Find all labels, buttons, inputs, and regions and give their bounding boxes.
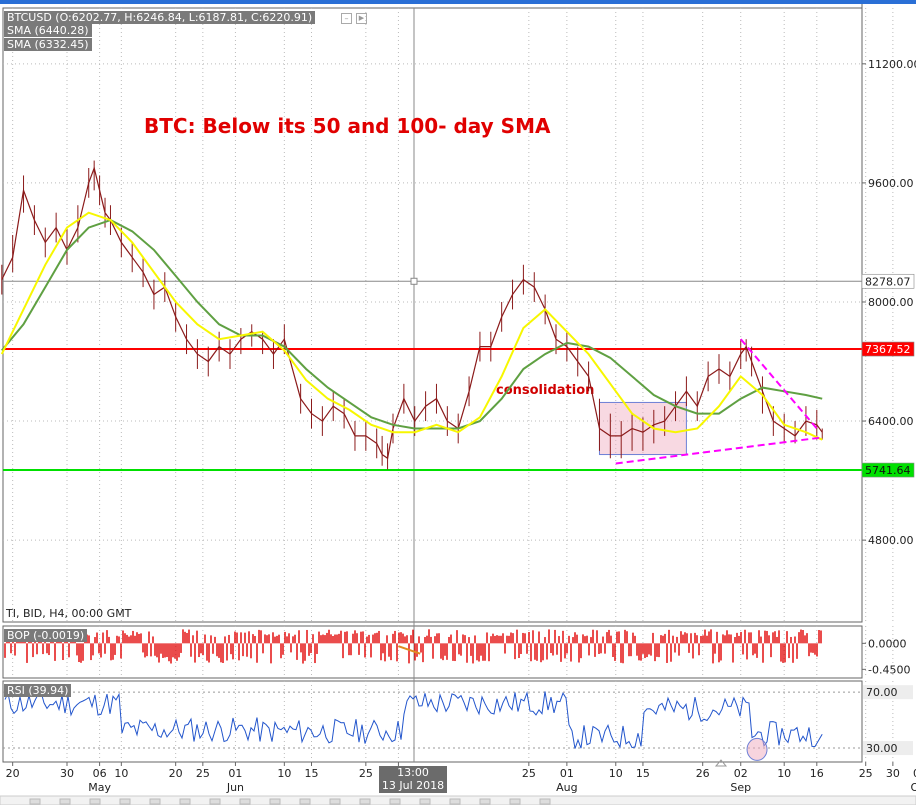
x-tick-label: 25 <box>522 767 536 780</box>
rsi-label: RSI (39.94) <box>4 684 72 697</box>
rsi-highlight-circle <box>746 737 768 761</box>
y-tick-label: 9600.00 <box>868 177 914 190</box>
toolbar-tab-icon <box>299 798 311 805</box>
price-tag-label: 8278.07 <box>865 275 911 288</box>
rsi-tick-label: 30.00 <box>866 742 898 755</box>
toolbar-tab-icon <box>359 798 371 805</box>
toolbar-tab-icon <box>179 798 191 805</box>
bop-label: BOP (-0.0019) <box>4 629 88 642</box>
month-label: Sep <box>730 781 751 794</box>
month-label: May <box>88 781 111 794</box>
toolbar-tab-icon <box>509 798 521 805</box>
x-tick-label: 26 <box>696 767 710 780</box>
toolbar-tab-icon <box>389 798 401 805</box>
toolbar-tab-icon <box>239 798 251 805</box>
x-tick-label: 01 <box>560 767 574 780</box>
month-label: Oct <box>911 781 916 794</box>
toolbar-tab-icon <box>119 798 131 805</box>
x-tick-label: 02 <box>734 767 748 780</box>
x-tick-label: 06 <box>93 767 107 780</box>
y-tick-label: 11200.00 <box>868 58 916 71</box>
toolbar-tab-icon <box>419 798 431 805</box>
price-tag-label: 5741.64 <box>865 464 911 477</box>
toolbar-tab-icon <box>539 798 551 805</box>
crosshair-time: 13:00 <box>397 766 429 779</box>
toolbar-tab-icon <box>29 798 41 805</box>
y-tick-label: 4800.00 <box>868 534 914 547</box>
x-tick-label: 20 <box>6 767 20 780</box>
x-tick-label: 25 <box>859 767 873 780</box>
toolbar-tab-icon <box>269 798 281 805</box>
x-tick-label: 01 <box>228 767 242 780</box>
month-label: Aug <box>556 781 577 794</box>
chart-window: 11200.00 9600.00 8000.00 6400.00 4800.00 cons… <box>0 0 916 805</box>
chart-title: BTC: Below its 50 and 100- day SMA <box>144 114 551 138</box>
main-panel <box>2 7 863 623</box>
x-tick-label: 10 <box>777 767 791 780</box>
x-tick-label: 30 <box>886 767 900 780</box>
x-tick-label: 20 <box>169 767 183 780</box>
x-tick-label: 15 <box>636 767 650 780</box>
crosshair-handle <box>410 277 418 285</box>
sma-fast-label: SMA (6440.28) <box>4 24 92 37</box>
toolbar-tab-icon <box>209 798 221 805</box>
x-tick-label: 25 <box>359 767 373 780</box>
toolbar-tab-icon <box>329 798 341 805</box>
x-tick-label: 25 <box>196 767 210 780</box>
bop-tick-label: -0.4500 <box>868 663 910 676</box>
rsi-panel <box>2 680 863 763</box>
price-tag-label: 7367.52 <box>865 343 911 356</box>
play-icon[interactable]: ▶ <box>356 13 367 24</box>
toolbar-tab-icon <box>479 798 491 805</box>
crosshair-time-tag: 13:00 13 Jul 2018 <box>379 766 447 793</box>
toolbar-tab-icon <box>449 798 461 805</box>
toolbar-tab-icon <box>89 798 101 805</box>
chart-canvas[interactable]: 11200.009600.008000.006400.004800.00cons… <box>0 0 916 805</box>
sma-slow-label: SMA (6332.45) <box>4 38 92 51</box>
x-tick-label: 15 <box>305 767 319 780</box>
crosshair-date: 13 Jul 2018 <box>381 779 445 792</box>
x-tick-label: 10 <box>277 767 291 780</box>
bop-tick-label: 0.0000 <box>868 637 907 650</box>
timeframe-label: TI, BID, H4, 00:00 GMT <box>6 607 132 620</box>
y-tick-label: 8000.00 <box>868 296 914 309</box>
toolbar-tab-icon <box>149 798 161 805</box>
toolbar-tab-icon <box>59 798 71 805</box>
rsi-tick-label: 70.00 <box>866 686 898 699</box>
window-top-strip <box>0 0 916 4</box>
x-tick-label: 30 <box>60 767 74 780</box>
instrument-label: BTCUSD (O:6202.77, H:6246.84, L:6187.81,… <box>4 11 316 24</box>
x-tick-label: 10 <box>609 767 623 780</box>
x-tick-label: 10 <box>114 767 128 780</box>
month-label: Jun <box>226 781 244 794</box>
x-tick-label: 16 <box>810 767 824 780</box>
y-tick-label: 6400.00 <box>868 415 914 428</box>
minimize-icon[interactable]: – <box>341 13 352 24</box>
